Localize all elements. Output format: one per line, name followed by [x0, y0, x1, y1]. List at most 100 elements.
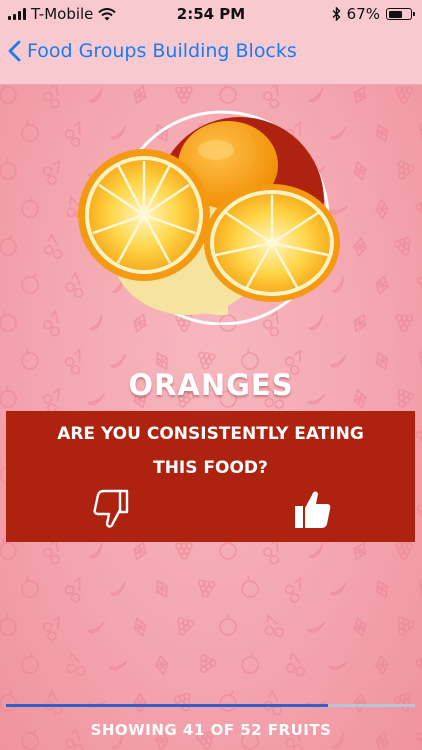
fruit-doodle-icon [416, 503, 422, 522]
food-card-screen: ORANGES ARE YOU CONSISTENTLY EATING THIS… [0, 85, 422, 750]
fruit-doodle-icon [308, 543, 324, 559]
battery-icon [386, 8, 415, 20]
fruit-doodle-icon [219, 690, 237, 712]
question-line-2: THIS FOOD? [153, 458, 268, 478]
thumbs-down-icon[interactable] [91, 487, 131, 531]
fruit-doodle-icon [155, 579, 169, 599]
fruit-doodle-icon [21, 576, 39, 598]
fruit-doodle-icon [397, 616, 415, 636]
fruit-doodle-icon [353, 85, 367, 105]
fruit-doodle-icon [353, 616, 367, 638]
fruit-doodle-icon [0, 613, 17, 636]
fruit-doodle-icon [43, 309, 60, 337]
fruit-doodle-icon [263, 689, 282, 716]
fruit-doodle-icon [415, 198, 422, 218]
fruit-doodle-icon [329, 354, 347, 368]
fruit-doodle-icon [353, 692, 367, 714]
fruit-doodle-icon [375, 123, 389, 143]
question-panel: ARE YOU CONSISTENTLY EATING THIS FOOD? [6, 411, 415, 542]
fruit-doodle-icon [353, 160, 367, 182]
fruit-doodle-icon [397, 160, 415, 180]
fruit-doodle-icon [66, 651, 86, 676]
fruit-doodle-icon [89, 86, 103, 103]
question-text: ARE YOU CONSISTENTLY EATING THIS FOOD? [6, 417, 415, 485]
fruit-doodle-icon [155, 654, 169, 676]
fruit-doodle-icon [133, 541, 147, 561]
fruit-doodle-icon [353, 541, 367, 561]
fruit-doodle-icon [175, 86, 193, 104]
fruit-doodle-icon [110, 581, 127, 596]
fruit-doodle-icon [284, 577, 302, 603]
fruit-doodle-icon [306, 621, 326, 633]
fruit-doodle-icon [308, 87, 324, 103]
fruit-doodle-icon [133, 617, 147, 637]
fruit-doodle-icon [175, 542, 193, 560]
fruit-doodle-icon [0, 234, 17, 256]
fruit-doodle-icon [21, 195, 39, 218]
status-bar: T-Mobile 2:54 PM 67% [0, 0, 422, 28]
fruit-doodle-icon [86, 700, 107, 708]
fruit-doodle-icon [418, 579, 422, 598]
thumbs-up-icon[interactable] [292, 487, 332, 531]
fruit-doodle-icon [43, 233, 63, 259]
fruit-doodle-icon [0, 310, 17, 332]
progress-label: SHOWING 41 OF 52 FRUITS [90, 721, 332, 739]
question-line-1: ARE YOU CONSISTENTLY EATING [57, 424, 364, 444]
fruit-doodle-icon [415, 654, 422, 674]
fruit-doodle-icon [108, 660, 128, 671]
progress-bar-fill [6, 704, 329, 707]
fruit-doodle-icon [353, 236, 367, 258]
fruit-doodle-icon [241, 651, 259, 674]
bluetooth-icon [332, 7, 341, 21]
fruit-doodle-icon [173, 692, 191, 712]
fruit-doodle-icon [306, 700, 327, 708]
fruit-doodle-icon [21, 272, 39, 294]
fruit-doodle-icon [286, 651, 306, 677]
fruit-doodle-icon [416, 275, 422, 294]
fruit-doodle-icon [394, 693, 412, 712]
fruit-doodle-icon [43, 85, 60, 109]
fruit-doodle-icon [199, 654, 217, 674]
fruit-doodle-icon [264, 613, 285, 637]
chevron-left-icon [8, 40, 21, 62]
fruit-doodle-icon [375, 198, 389, 220]
fruit-doodle-icon [0, 690, 17, 712]
fruit-doodle-icon [64, 576, 81, 603]
fruit-doodle-icon [0, 85, 17, 104]
fruit-doodle-icon [21, 120, 39, 142]
fruit-doodle-icon [198, 579, 216, 598]
battery-percent: 67% [346, 5, 380, 23]
fruit-doodle-icon [21, 651, 39, 674]
fruit-doodle-icon [375, 274, 389, 296]
fruit-doodle-icon [42, 615, 61, 641]
fruit-doodle-icon [395, 313, 414, 332]
fruit-doodle-icon [219, 613, 237, 636]
fruit-doodle-icon [375, 654, 389, 676]
fruit-doodle-icon [133, 85, 147, 105]
fruit-doodle-icon [418, 123, 422, 142]
fruit-doodle-icon [89, 542, 103, 559]
status-right: 67% [332, 5, 415, 23]
fruit-doodle-icon [394, 237, 412, 256]
fruit-doodle-icon [395, 541, 414, 560]
food-image [78, 110, 340, 325]
progress-bar [6, 704, 415, 707]
fruit-doodle-icon [375, 579, 389, 599]
fruit-doodle-icon [110, 353, 127, 368]
fruit-doodle-icon [219, 85, 237, 104]
fruit-doodle-icon [353, 313, 367, 333]
fruit-doodle-icon [177, 616, 195, 636]
fruit-doodle-icon [415, 426, 422, 446]
fruit-doodle-icon [133, 692, 147, 714]
fruit-doodle-icon [43, 689, 63, 715]
food-name: ORANGES [128, 368, 294, 402]
fruit-doodle-icon [0, 157, 17, 180]
fruit-doodle-icon [87, 621, 106, 634]
back-button-label: Food Groups Building Blocks [27, 40, 297, 62]
back-button[interactable]: Food Groups Building Blocks [8, 40, 297, 62]
fruit-doodle-icon [42, 159, 61, 185]
fruit-doodle-icon [329, 582, 347, 596]
navigation-bar: Food Groups Building Blocks [0, 28, 422, 85]
fruit-doodle-icon [328, 661, 349, 671]
fruit-doodle-icon [395, 85, 414, 104]
